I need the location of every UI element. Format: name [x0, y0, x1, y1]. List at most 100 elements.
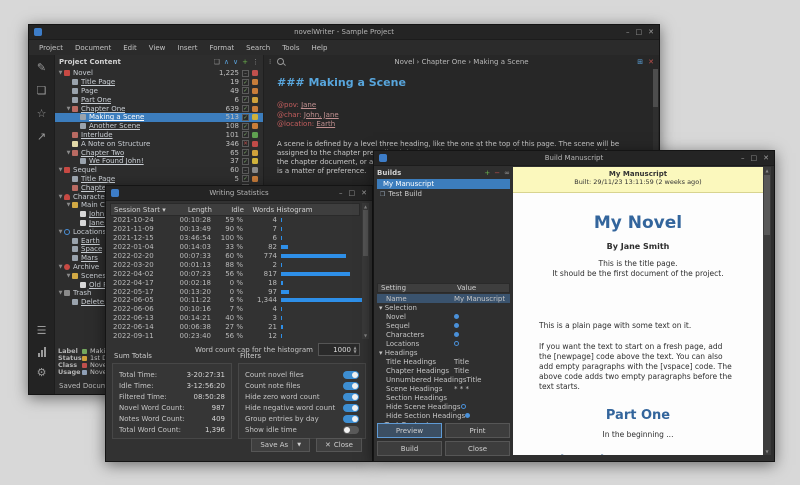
- filter-toggle[interactable]: [343, 371, 359, 379]
- setting-row[interactable]: Novel: [377, 312, 510, 321]
- spinner-arrows-icon[interactable]: ▲▼: [352, 344, 358, 355]
- stats-row[interactable]: 2022-02-2000:07:3360 %774: [110, 252, 360, 261]
- stats-row[interactable]: 2022-06-1300:14:2140 %3: [110, 314, 360, 323]
- include-checkbox[interactable]: ✓: [242, 79, 249, 86]
- menu-item-help[interactable]: Help: [305, 44, 333, 52]
- move-up-icon[interactable]: ∧: [224, 58, 229, 66]
- filter-toggle[interactable]: [343, 426, 359, 434]
- move-down-icon[interactable]: ∨: [233, 58, 238, 66]
- include-checkbox[interactable]: –: [242, 167, 249, 174]
- setting-row[interactable]: Unnumbered HeadingsTitle: [377, 375, 510, 384]
- menu-item-format[interactable]: Format: [203, 44, 240, 52]
- menu-item-document[interactable]: Document: [69, 44, 117, 52]
- build-list-item[interactable]: My Manuscript: [377, 179, 510, 189]
- export-icon[interactable]: ↗: [37, 130, 46, 153]
- add-build-icon[interactable]: +: [484, 169, 490, 177]
- stats-row[interactable]: 2022-06-0500:11:226 %1,344: [110, 296, 360, 305]
- filter-toggle[interactable]: [343, 382, 359, 390]
- stats-row[interactable]: 2022-06-0600:10:167 %4: [110, 305, 360, 314]
- tree-item[interactable]: Making a Scene513✓: [55, 113, 263, 122]
- stats-titlebar[interactable]: Writing Statistics – □ ✕: [106, 186, 372, 201]
- tree-item[interactable]: We Found John!37✓: [55, 157, 263, 166]
- build-maximize-icon[interactable]: □: [751, 155, 758, 162]
- tree-item[interactable]: ▼Chapter Two65✓: [55, 148, 263, 157]
- stats-row[interactable]: 2022-04-0200:07:2356 %817: [110, 269, 360, 278]
- quick-links-icon[interactable]: ❏: [214, 58, 220, 66]
- stats-row[interactable]: 2021-11-0900:13:4990 %7: [110, 225, 360, 234]
- stats-close-button[interactable]: ✕Close: [316, 438, 362, 452]
- stats-minimize-icon[interactable]: –: [339, 190, 343, 197]
- stats-close-icon[interactable]: ✕: [361, 190, 367, 197]
- tree-item[interactable]: Interlude101✓: [55, 131, 263, 140]
- menu-item-search[interactable]: Search: [240, 44, 276, 52]
- include-checkbox[interactable]: ✓: [242, 105, 249, 112]
- filter-toggle[interactable]: [343, 415, 359, 423]
- novel-tree-icon[interactable]: ☆: [37, 107, 47, 130]
- include-checkbox[interactable]: ✓: [242, 96, 249, 103]
- writing-stats-icon[interactable]: [38, 347, 46, 357]
- tree-item[interactable]: Title Page5✓: [55, 175, 263, 184]
- build-titlebar[interactable]: Build Manuscript – □ ✕: [374, 151, 774, 166]
- setting-row[interactable]: NameMy Manuscript: [377, 294, 510, 303]
- menu-item-insert[interactable]: Insert: [171, 44, 203, 52]
- include-checkbox[interactable]: ✓: [242, 114, 249, 121]
- tree-item[interactable]: A Note on Structure346✕: [55, 139, 263, 148]
- stats-maximize-icon[interactable]: □: [349, 190, 356, 197]
- menu-item-view[interactable]: View: [143, 44, 172, 52]
- link-build-icon[interactable]: ∞: [504, 169, 510, 177]
- build-button[interactable]: Build: [377, 441, 442, 456]
- include-checkbox[interactable]: ✓: [242, 87, 249, 94]
- stats-row[interactable]: 2022-01-0400:14:0333 %82: [110, 243, 360, 252]
- setting-row[interactable]: Locations: [377, 339, 510, 348]
- setting-row[interactable]: Hide Section Headings: [377, 411, 510, 420]
- menu-item-tools[interactable]: Tools: [276, 44, 305, 52]
- include-checkbox[interactable]: ✓: [242, 131, 249, 138]
- tree-item[interactable]: Page49✓: [55, 87, 263, 96]
- tree-item[interactable]: ▼Sequel60–: [55, 166, 263, 175]
- stats-row[interactable]: 2021-12-1503:46:54100 %6: [110, 234, 360, 243]
- setting-row[interactable]: ▾ Selection: [377, 303, 510, 312]
- tree-item[interactable]: Part One6✓: [55, 95, 263, 104]
- stats-row[interactable]: 2022-06-1400:06:3827 %21: [110, 323, 360, 332]
- setting-row[interactable]: Section Headings: [377, 393, 510, 402]
- setting-row[interactable]: Characters: [377, 330, 510, 339]
- editor-close-icon[interactable]: ✕: [648, 58, 654, 66]
- main-titlebar[interactable]: novelWriter - Sample Project – □ ✕: [29, 25, 659, 40]
- stats-row[interactable]: 2022-05-1700:13:200 %97: [110, 287, 360, 296]
- setting-row[interactable]: Scene Headings* * *: [377, 384, 510, 393]
- filter-toggle[interactable]: [343, 393, 359, 401]
- print-button[interactable]: Print: [445, 423, 510, 438]
- remove-build-icon[interactable]: −: [494, 169, 500, 177]
- setting-row[interactable]: Sequel: [377, 321, 510, 330]
- settings-gear-icon[interactable]: ⚙: [37, 366, 47, 389]
- include-checkbox[interactable]: ✕: [242, 140, 249, 147]
- setting-row[interactable]: Hide Scene Headings: [377, 402, 510, 411]
- stats-row[interactable]: 2022-04-1700:02:180 %18: [110, 278, 360, 287]
- setting-row[interactable]: ▾ Headings: [377, 348, 510, 357]
- build-list-item[interactable]: ❒Test Build: [377, 189, 510, 199]
- close-icon[interactable]: ✕: [648, 29, 654, 36]
- include-checkbox[interactable]: ✓: [242, 149, 249, 156]
- tree-item[interactable]: ▼Novel1,225–: [55, 69, 263, 78]
- save-as-button[interactable]: Save As▼: [251, 438, 310, 452]
- maximize-icon[interactable]: □: [636, 29, 643, 36]
- stats-table-header[interactable]: Session Start ▾LengthIdle Words Histogra…: [110, 203, 360, 216]
- setting-row[interactable]: Chapter HeadingsTitle: [377, 366, 510, 375]
- include-checkbox[interactable]: ✓: [242, 158, 249, 165]
- stats-row[interactable]: 2021-10-2400:10:2859 %4: [110, 216, 360, 225]
- include-checkbox[interactable]: –: [242, 70, 249, 77]
- menu-kebab-icon[interactable]: ⋮: [252, 58, 259, 66]
- build-close-icon[interactable]: ✕: [763, 155, 769, 162]
- close-button[interactable]: Close: [445, 441, 510, 456]
- preview-scrollbar[interactable]: ▲▼: [763, 167, 771, 455]
- tree-item[interactable]: Another Scene108✓: [55, 122, 263, 131]
- filter-toggle[interactable]: [343, 404, 359, 412]
- include-checkbox[interactable]: ✓: [242, 123, 249, 130]
- minimize-icon[interactable]: –: [626, 29, 630, 36]
- add-item-icon[interactable]: +: [242, 58, 248, 66]
- menu-item-project[interactable]: Project: [33, 44, 69, 52]
- edit-document-icon[interactable]: ✎: [37, 61, 46, 84]
- project-details-icon[interactable]: ❏: [37, 84, 47, 107]
- include-checkbox[interactable]: ✓: [242, 175, 249, 182]
- tree-item[interactable]: ▼Chapter One639✓: [55, 104, 263, 113]
